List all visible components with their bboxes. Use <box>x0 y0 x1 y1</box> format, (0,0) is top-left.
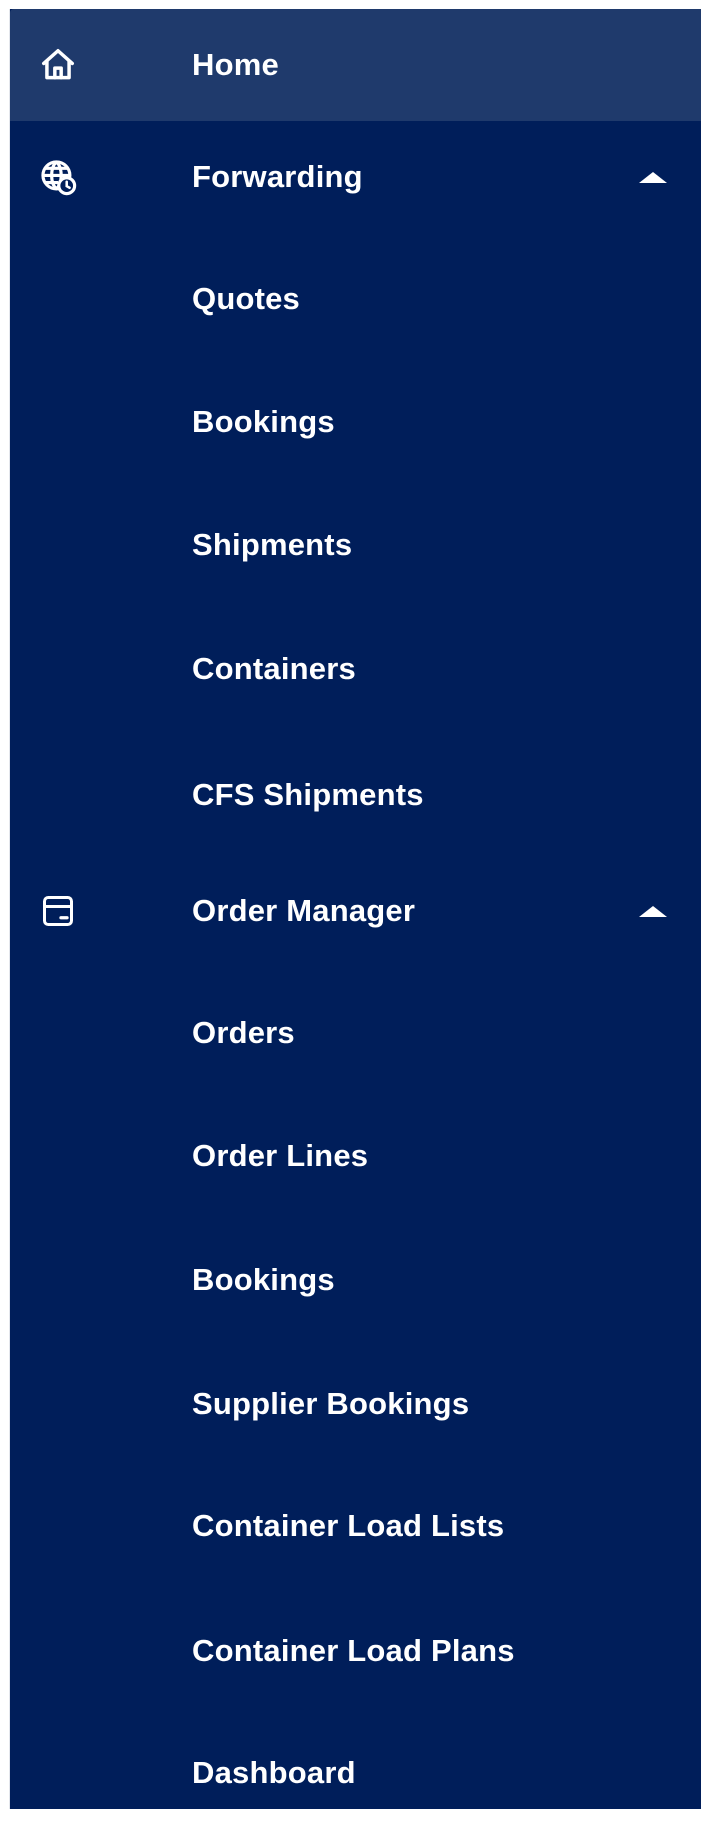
sidebar-nav: Home Forwarding Quotes Bookings Shipment… <box>10 9 701 1809</box>
sidebar-item-dashboard[interactable]: Dashboard <box>10 1717 701 1829</box>
home-icon <box>38 45 78 85</box>
sidebar-item-container-load-plans[interactable]: Container Load Plans <box>10 1595 701 1707</box>
sidebar-item-label: Bookings <box>192 404 335 439</box>
sidebar-item-label: Shipments <box>192 527 353 562</box>
sidebar-item-container-load-lists[interactable]: Container Load Lists <box>10 1470 701 1582</box>
sidebar-item-label: Bookings <box>192 1262 335 1297</box>
sidebar-item-cfs-shipments[interactable]: CFS Shipments <box>10 739 701 851</box>
sidebar-item-label: Quotes <box>192 281 300 316</box>
sidebar-item-label: Container Load Plans <box>192 1633 515 1668</box>
sidebar-item-shipments[interactable]: Shipments <box>10 489 701 601</box>
sidebar-group-forwarding[interactable]: Forwarding <box>10 121 701 233</box>
sidebar-item-label: CFS Shipments <box>192 777 424 812</box>
package-box-icon <box>38 891 78 931</box>
sidebar-item-label: Home <box>192 47 279 82</box>
sidebar-item-label: Supplier Bookings <box>192 1386 470 1421</box>
sidebar-group-label: Forwarding <box>192 159 363 194</box>
sidebar-item-order-lines[interactable]: Order Lines <box>10 1100 701 1212</box>
sidebar-item-label: Orders <box>192 1015 295 1050</box>
sidebar-item-home[interactable]: Home <box>10 9 701 121</box>
sidebar-item-orders[interactable]: Orders <box>10 977 701 1089</box>
sidebar-group-order-manager[interactable]: Order Manager <box>10 855 701 967</box>
chevron-up-icon[interactable] <box>639 905 667 917</box>
sidebar-item-bookings-orders[interactable]: Bookings <box>10 1224 701 1336</box>
sidebar-item-label: Container Load Lists <box>192 1508 505 1543</box>
sidebar-group-label: Order Manager <box>192 893 416 928</box>
chevron-up-icon[interactable] <box>639 171 667 183</box>
sidebar-item-supplier-bookings[interactable]: Supplier Bookings <box>10 1348 701 1460</box>
page-frame: Home Forwarding Quotes Bookings Shipment… <box>0 0 701 1809</box>
sidebar-item-label: Order Lines <box>192 1138 369 1173</box>
sidebar-item-label: Containers <box>192 651 356 686</box>
sidebar-item-label: Dashboard <box>192 1755 356 1790</box>
globe-clock-icon <box>38 157 78 197</box>
sidebar-item-bookings[interactable]: Bookings <box>10 366 701 478</box>
sidebar-item-containers[interactable]: Containers <box>10 613 701 725</box>
sidebar-item-quotes[interactable]: Quotes <box>10 243 701 355</box>
